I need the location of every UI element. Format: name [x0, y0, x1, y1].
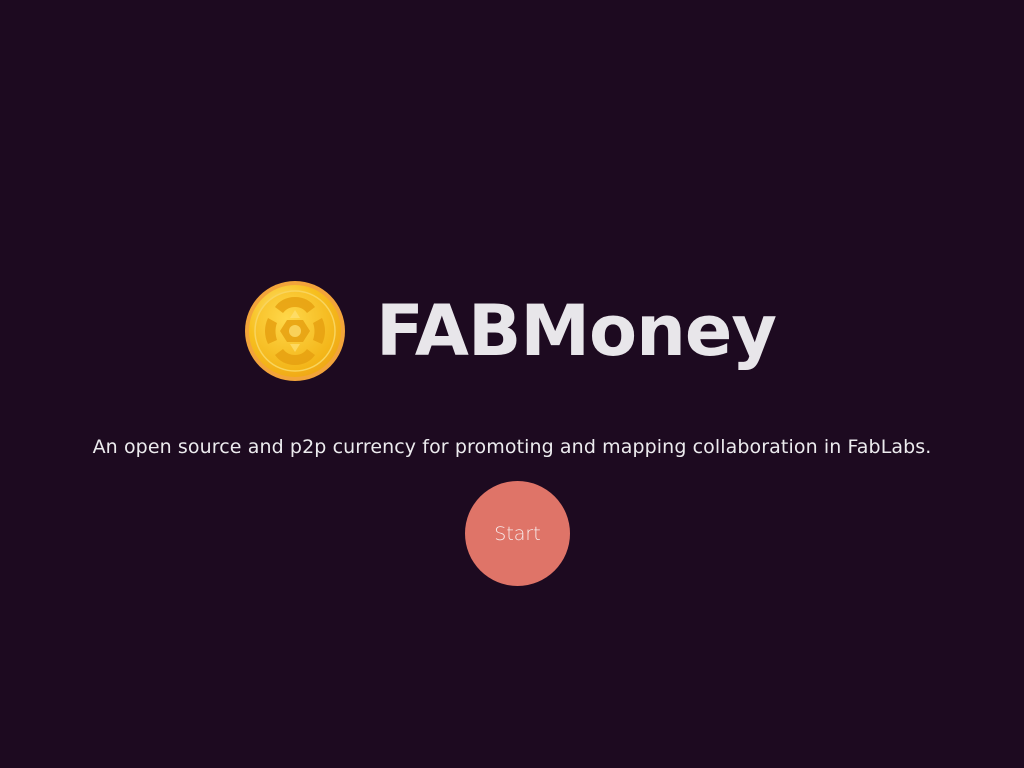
tagline: An open source and p2p currency for prom… — [92, 436, 932, 458]
brand-title: FABMoney — [376, 290, 777, 372]
hero-section: FABMoney An open source and p2p currency… — [0, 0, 1024, 768]
start-button[interactable]: Start — [465, 481, 570, 586]
coin-logo-icon — [244, 280, 346, 382]
brand-lockup: FABMoney — [244, 280, 777, 382]
